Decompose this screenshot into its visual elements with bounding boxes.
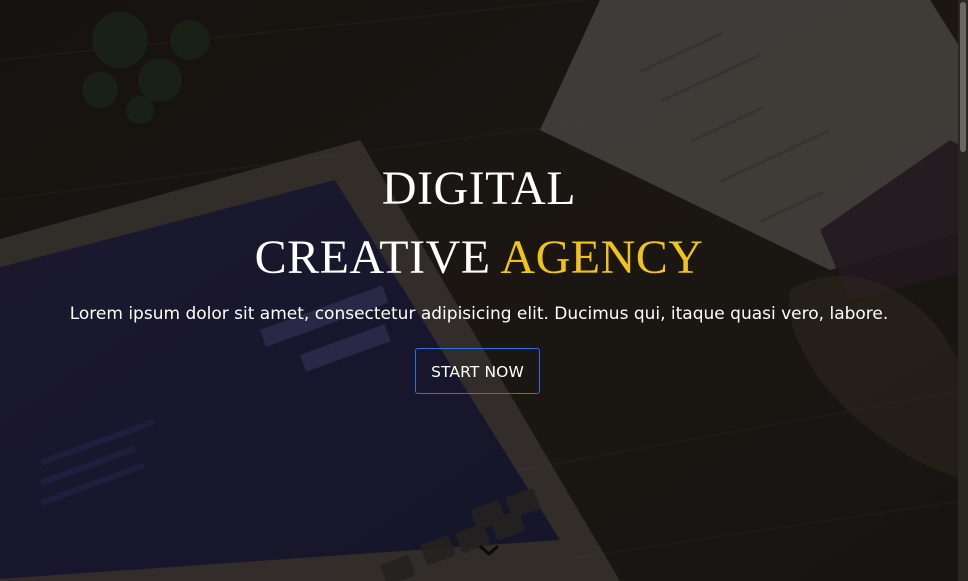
hero-content: DIGITAL CREATIVE AGENCY Lorem ipsum dolo… — [0, 0, 958, 581]
page-scrollbar[interactable] — [958, 0, 968, 581]
start-now-button[interactable]: START NOW — [415, 348, 540, 394]
hero-section: DIGITAL CREATIVE AGENCY Lorem ipsum dolo… — [0, 0, 968, 581]
hero-subtitle: Lorem ipsum dolor sit amet, consectetur … — [69, 304, 889, 324]
chevron-down-icon — [479, 545, 499, 556]
hero-title-line-1: DIGITAL — [381, 162, 577, 215]
hero-title-main: CREATIVE — [254, 231, 501, 284]
hero-title-accent: AGENCY — [500, 231, 704, 284]
scrollbar-thumb[interactable] — [960, 2, 966, 152]
scroll-down-button[interactable] — [477, 542, 501, 560]
hero-title-line-2: CREATIVE AGENCY — [0, 229, 958, 287]
